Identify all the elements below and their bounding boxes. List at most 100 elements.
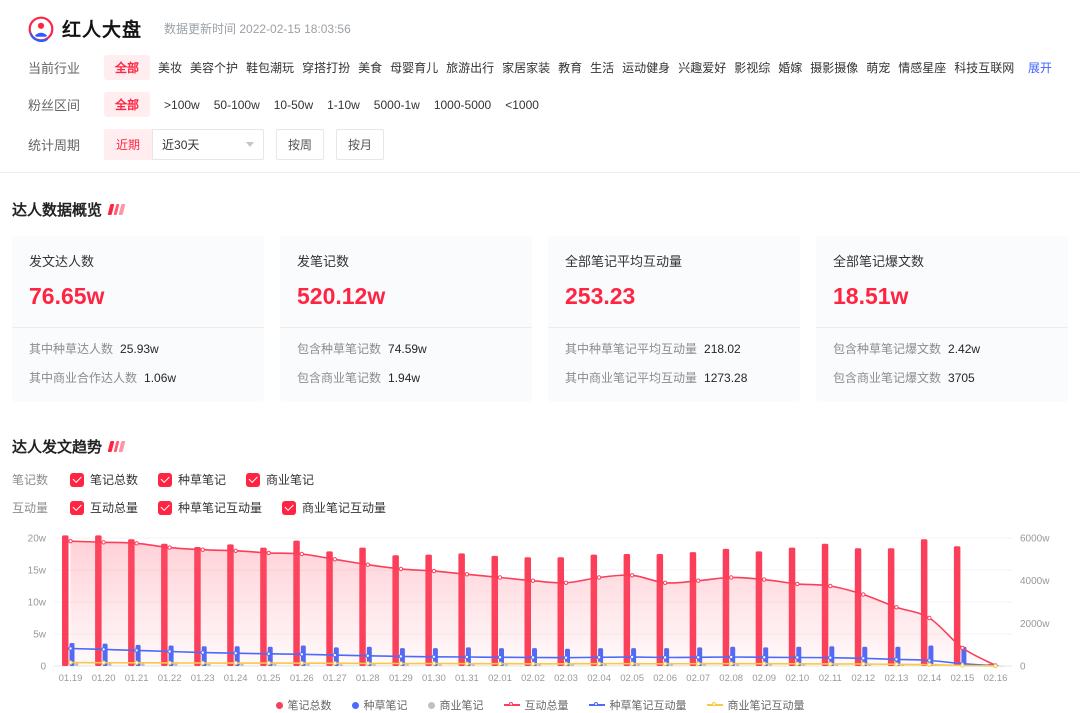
checkbox-checked-icon[interactable] (282, 500, 297, 515)
industry-option[interactable]: 情感星座 (898, 55, 946, 80)
legend-item-engagement-total[interactable]: 互动总量 (503, 697, 569, 713)
note-checkbox-row: 笔记数 笔记总数 种草笔记 商业笔记 (12, 471, 1068, 488)
legend-line-icon (588, 701, 605, 706)
industry-option[interactable]: 美食 (358, 55, 382, 80)
note-row-label: 笔记数 (12, 473, 49, 487)
svg-text:01.26: 01.26 (290, 673, 314, 684)
app-title: 红人大盘 (62, 20, 143, 41)
industry-option[interactable]: 母婴育儿 (390, 55, 438, 80)
checkbox-checked-icon[interactable] (158, 472, 173, 487)
fans-option[interactable]: 1000-5000 (434, 94, 491, 116)
section-divider (0, 172, 1080, 173)
card-divider (12, 327, 264, 328)
fans-option[interactable]: 1-10w (327, 94, 360, 116)
industry-option[interactable]: 美妆 (158, 55, 182, 80)
checkbox-checked-icon[interactable] (158, 500, 173, 515)
fans-option[interactable]: 5000-1w (374, 94, 420, 116)
fans-option[interactable]: 10-50w (274, 94, 313, 116)
by-week-button[interactable]: 按周 (276, 129, 325, 160)
card-value: 253.23 (565, 283, 636, 309)
svg-text:02.09: 02.09 (752, 673, 776, 684)
industry-option[interactable]: 穿搭打扮 (302, 55, 350, 80)
period-control: 近期 近30天 (104, 129, 265, 160)
fans-option-all[interactable]: 全部 (104, 92, 151, 117)
card-sub-row: 包含种草笔记爆文数 2.42w (833, 342, 981, 356)
fans-option[interactable]: >100w (164, 94, 200, 116)
card-title: 发文达人数 (29, 254, 95, 269)
checkbox-checked-icon[interactable] (246, 472, 261, 487)
checkbox-commercial-engagement[interactable]: 商业笔记互动量 (282, 499, 386, 516)
trend-section-title: 达人发文趋势 (12, 436, 1068, 457)
fans-option[interactable]: <1000 (505, 94, 539, 116)
industry-option[interactable]: 萌宠 (866, 55, 890, 80)
industry-option-all[interactable]: 全部 (104, 55, 151, 80)
overview-cards: 发文达人数 76.65w 其中种草达人数 25.93w 其中商业合作达人数 1.… (12, 236, 1068, 402)
overview-title-text: 达人数据概览 (12, 202, 103, 219)
svg-text:01.22: 01.22 (158, 673, 182, 684)
svg-text:02.10: 02.10 (785, 673, 809, 684)
industry-filter-label: 当前行业 (28, 61, 81, 76)
svg-text:02.13: 02.13 (885, 673, 909, 684)
legend-item-seeding-notes[interactable]: 种草笔记 (351, 697, 408, 713)
fans-options: 全部 >100w 50-100w 10-50w 1-10w 5000-1w 10… (104, 92, 1052, 117)
engagement-checkbox-row: 互动量 互动总量 种草笔记互动量 商业笔记互动量 (12, 499, 1068, 516)
checkbox-note-total[interactable]: 笔记总数 (70, 471, 138, 488)
industry-option[interactable]: 兴趣爱好 (678, 55, 726, 80)
period-dropdown-value: 近30天 (162, 138, 200, 152)
industry-option[interactable]: 美容个护 (190, 55, 238, 80)
industry-option[interactable]: 家居家装 (502, 55, 550, 80)
recent-tag[interactable]: 近期 (104, 129, 153, 160)
legend-item-commercial-engagement[interactable]: 商业笔记互动量 (706, 697, 805, 713)
card-value: 76.65w (29, 283, 105, 309)
industry-option[interactable]: 摄影摄像 (810, 55, 858, 80)
data-update-time: 数据更新时间 2022-02-15 18:03:56 (164, 22, 351, 36)
trend-title-text: 达人发文趋势 (12, 439, 103, 456)
svg-text:2000w: 2000w (1020, 619, 1050, 630)
checkbox-seeding-engagement[interactable]: 种草笔记互动量 (158, 499, 262, 516)
svg-text:01.29: 01.29 (389, 673, 413, 684)
industry-option[interactable]: 运动健身 (622, 55, 670, 80)
legend-line-icon (706, 701, 723, 706)
legend-item-note-total[interactable]: 笔记总数 (275, 697, 332, 713)
checkbox-seeding-notes[interactable]: 种草笔记 (158, 471, 226, 488)
stat-card-avg-engagement: 全部笔记平均互动量 253.23 其中种草笔记平均互动量 218.02 其中商业… (548, 236, 800, 402)
industry-option[interactable]: 影视综 (734, 55, 770, 80)
industry-option[interactable]: 旅游出行 (446, 55, 494, 80)
checkbox-checked-icon[interactable] (70, 472, 84, 487)
svg-text:6000w: 6000w (1020, 534, 1050, 545)
checkbox-engagement-total[interactable]: 互动总量 (70, 499, 138, 516)
stat-card-notes: 发笔记数 520.12w 包含种草笔记数 74.59w 包含商业笔记数 1.94… (280, 236, 532, 402)
overview-section-title: 达人数据概览 (12, 199, 1068, 220)
svg-text:02.16: 02.16 (984, 673, 1008, 684)
svg-text:02.12: 02.12 (851, 673, 875, 684)
industry-option[interactable]: 生活 (590, 55, 614, 80)
legend-item-commercial-notes[interactable]: 商业笔记 (427, 697, 484, 713)
period-dropdown[interactable]: 近30天 (152, 129, 265, 160)
legend-item-seeding-engagement[interactable]: 种草笔记互动量 (588, 697, 687, 713)
svg-text:02.02: 02.02 (521, 673, 545, 684)
legend-line-icon (503, 701, 520, 706)
industry-option[interactable]: 科技互联网 (954, 55, 1014, 80)
industry-option[interactable]: 教育 (558, 55, 582, 80)
expand-link[interactable]: 展开 (1028, 59, 1052, 76)
fans-filter-label: 粉丝区间 (28, 98, 81, 113)
industry-option[interactable]: 婚嫁 (778, 55, 802, 80)
card-sub-row: 其中商业合作达人数 1.06w (29, 371, 177, 385)
svg-text:15w: 15w (28, 566, 47, 577)
svg-text:0: 0 (1020, 662, 1026, 673)
checkbox-checked-icon[interactable] (70, 500, 84, 515)
checkbox-commercial-notes[interactable]: 商业笔记 (246, 471, 314, 488)
svg-text:02.11: 02.11 (819, 673, 842, 684)
accent-bars-icon (107, 204, 125, 215)
svg-text:02.03: 02.03 (554, 673, 578, 684)
fans-filter-row: 粉丝区间 全部 >100w 50-100w 10-50w 1-10w 5000-… (28, 92, 1052, 117)
svg-text:01.28: 01.28 (356, 673, 380, 684)
card-sub-row: 其中商业笔记平均互动量 1273.28 (565, 371, 748, 385)
card-divider (816, 327, 1068, 328)
accent-bars-icon (107, 441, 125, 452)
app-logo-icon (28, 16, 54, 42)
fans-option[interactable]: 50-100w (214, 94, 260, 116)
industry-option[interactable]: 鞋包潮玩 (246, 55, 294, 80)
by-month-button[interactable]: 按月 (336, 129, 385, 160)
stat-card-authors: 发文达人数 76.65w 其中种草达人数 25.93w 其中商业合作达人数 1.… (12, 236, 264, 402)
